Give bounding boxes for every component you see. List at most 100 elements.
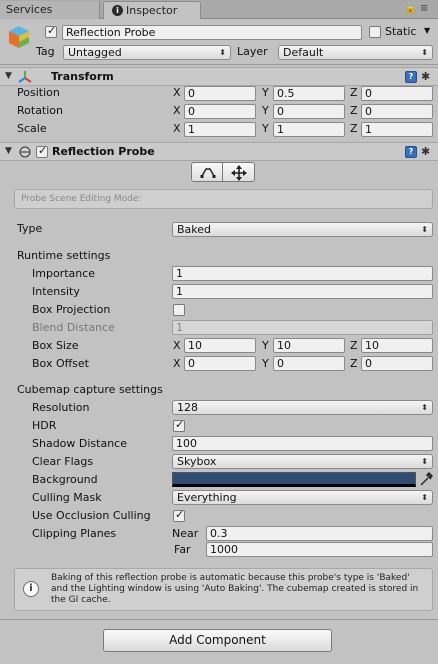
- reflection-probe-icon: [19, 146, 31, 158]
- axis-x-label: X: [173, 339, 181, 352]
- scale-label: Scale: [17, 122, 47, 135]
- occlusion-culling-checkbox[interactable]: ✓: [173, 508, 185, 522]
- culling-mask-dropdown[interactable]: Everything ⬍: [172, 490, 433, 505]
- shadow-distance-label: Shadow Distance: [32, 437, 127, 450]
- tab-inspector-label: Inspector: [126, 4, 178, 17]
- axis-x-label: X: [173, 357, 181, 370]
- box-projection-label: Box Projection: [32, 303, 111, 316]
- tab-bar: Services i Inspector 🔒 ≡: [0, 0, 438, 19]
- check-icon: ✓: [47, 24, 57, 37]
- box-projection-checkbox[interactable]: [173, 304, 185, 316]
- gear-icon[interactable]: ✱: [421, 145, 430, 158]
- far-label: Far: [174, 543, 191, 556]
- dropdown-arrows-icon: ⬍: [219, 48, 226, 57]
- scale-y-field[interactable]: 1: [273, 122, 345, 137]
- culling-mask-label: Culling Mask: [32, 491, 102, 504]
- axis-z-label: Z: [350, 339, 358, 352]
- eyedropper-icon[interactable]: [419, 472, 433, 487]
- dropdown-arrows-icon: ⬍: [421, 493, 428, 502]
- help-icon[interactable]: ?: [405, 71, 417, 83]
- axis-z-label: Z: [350, 104, 358, 117]
- axis-z-label: Z: [350, 122, 358, 135]
- object-name-field[interactable]: Reflection Probe: [62, 25, 362, 40]
- edit-move-button[interactable]: [223, 162, 255, 182]
- resolution-value: 128: [177, 401, 198, 414]
- resolution-dropdown[interactable]: 128 ⬍: [172, 400, 433, 415]
- blend-distance-label: Blend Distance: [32, 321, 115, 334]
- bounds-edit-icon: [200, 168, 216, 178]
- foldout-arrow-icon[interactable]: ▼: [5, 146, 12, 156]
- shadow-distance-field[interactable]: 100: [172, 436, 433, 451]
- static-checkbox[interactable]: [369, 26, 381, 38]
- position-label: Position: [17, 86, 60, 99]
- runtime-settings-header: Runtime settings: [17, 249, 111, 262]
- probe-enabled-checkbox[interactable]: ✓: [36, 144, 48, 158]
- culling-mask-value: Everything: [177, 491, 237, 504]
- help-icon[interactable]: ?: [405, 146, 417, 158]
- type-label: Type: [17, 222, 43, 235]
- occlusion-culling-label: Use Occlusion Culling: [32, 509, 151, 522]
- rotation-x-field[interactable]: 0: [184, 104, 256, 119]
- tab-services[interactable]: Services: [0, 1, 100, 19]
- panel-menu-icon[interactable]: ≡: [420, 3, 428, 14]
- axis-z-label: Z: [350, 86, 358, 99]
- type-dropdown[interactable]: Baked ⬍: [172, 222, 433, 237]
- box-offset-z-field[interactable]: 0: [361, 356, 433, 371]
- near-field[interactable]: 0.3: [206, 526, 433, 541]
- axis-y-label: Y: [262, 86, 269, 99]
- box-size-x-field[interactable]: 10: [184, 338, 256, 353]
- axis-y-label: Y: [262, 122, 269, 135]
- box-offset-x-field[interactable]: 0: [184, 356, 256, 371]
- box-size-z-field[interactable]: 10: [361, 338, 433, 353]
- static-dropdown-icon[interactable]: ▼: [424, 24, 430, 38]
- background-label: Background: [32, 473, 98, 486]
- scale-z-field[interactable]: 1: [361, 122, 433, 137]
- static-label: Static: [385, 25, 417, 38]
- tag-value: Untagged: [68, 46, 122, 59]
- far-field[interactable]: 1000: [206, 542, 433, 557]
- intensity-field[interactable]: 1: [172, 284, 433, 299]
- position-x-field[interactable]: 0: [184, 86, 256, 101]
- axis-x-label: X: [173, 104, 181, 117]
- check-icon: ✓: [175, 418, 185, 431]
- lock-icon[interactable]: 🔒: [404, 3, 416, 14]
- box-size-label: Box Size: [32, 339, 79, 352]
- add-component-button[interactable]: Add Component: [103, 629, 332, 652]
- tag-dropdown[interactable]: Untagged ⬍: [63, 45, 231, 60]
- clear-flags-value: Skybox: [177, 455, 217, 468]
- hdr-checkbox[interactable]: ✓: [173, 418, 185, 432]
- box-offset-y-field[interactable]: 0: [273, 356, 345, 371]
- tab-inspector[interactable]: i Inspector: [103, 1, 201, 19]
- box-size-y-field[interactable]: 10: [273, 338, 345, 353]
- check-icon: ✓: [175, 508, 185, 521]
- transform-axes-icon: [18, 71, 32, 83]
- layer-value: Default: [283, 46, 324, 59]
- reflection-probe-header[interactable]: ▼ ✓ Reflection Probe ? ✱: [0, 142, 438, 161]
- type-value: Baked: [177, 223, 212, 236]
- layer-dropdown[interactable]: Default ⬍: [278, 45, 433, 60]
- hdr-label: HDR: [32, 419, 57, 432]
- clear-flags-dropdown[interactable]: Skybox ⬍: [172, 454, 433, 469]
- tag-label: Tag: [36, 45, 55, 58]
- position-y-field[interactable]: 0.5: [273, 86, 345, 101]
- axis-y-label: Y: [262, 104, 269, 117]
- position-z-field[interactable]: 0: [361, 86, 433, 101]
- foldout-arrow-icon[interactable]: ▼: [5, 71, 12, 81]
- background-color-field[interactable]: [172, 472, 416, 487]
- gear-icon[interactable]: ✱: [421, 70, 430, 83]
- info-icon: i: [112, 5, 123, 16]
- importance-label: Importance: [32, 267, 96, 280]
- rotation-z-field[interactable]: 0: [361, 104, 433, 119]
- intensity-label: Intensity: [32, 285, 80, 298]
- object-active-checkbox[interactable]: ✓: [45, 24, 57, 38]
- transform-header[interactable]: ▼ Transform ? ✱: [0, 67, 438, 86]
- importance-field[interactable]: 1: [172, 266, 433, 281]
- check-icon: ✓: [38, 144, 48, 157]
- edit-influence-button[interactable]: [191, 162, 223, 182]
- axis-y-label: Y: [262, 339, 269, 352]
- blend-distance-field: 1: [172, 320, 433, 335]
- info-circle-icon: i: [23, 581, 39, 597]
- reflection-probe-title: Reflection Probe: [52, 145, 155, 158]
- rotation-y-field[interactable]: 0: [273, 104, 345, 119]
- scale-x-field[interactable]: 1: [184, 122, 256, 137]
